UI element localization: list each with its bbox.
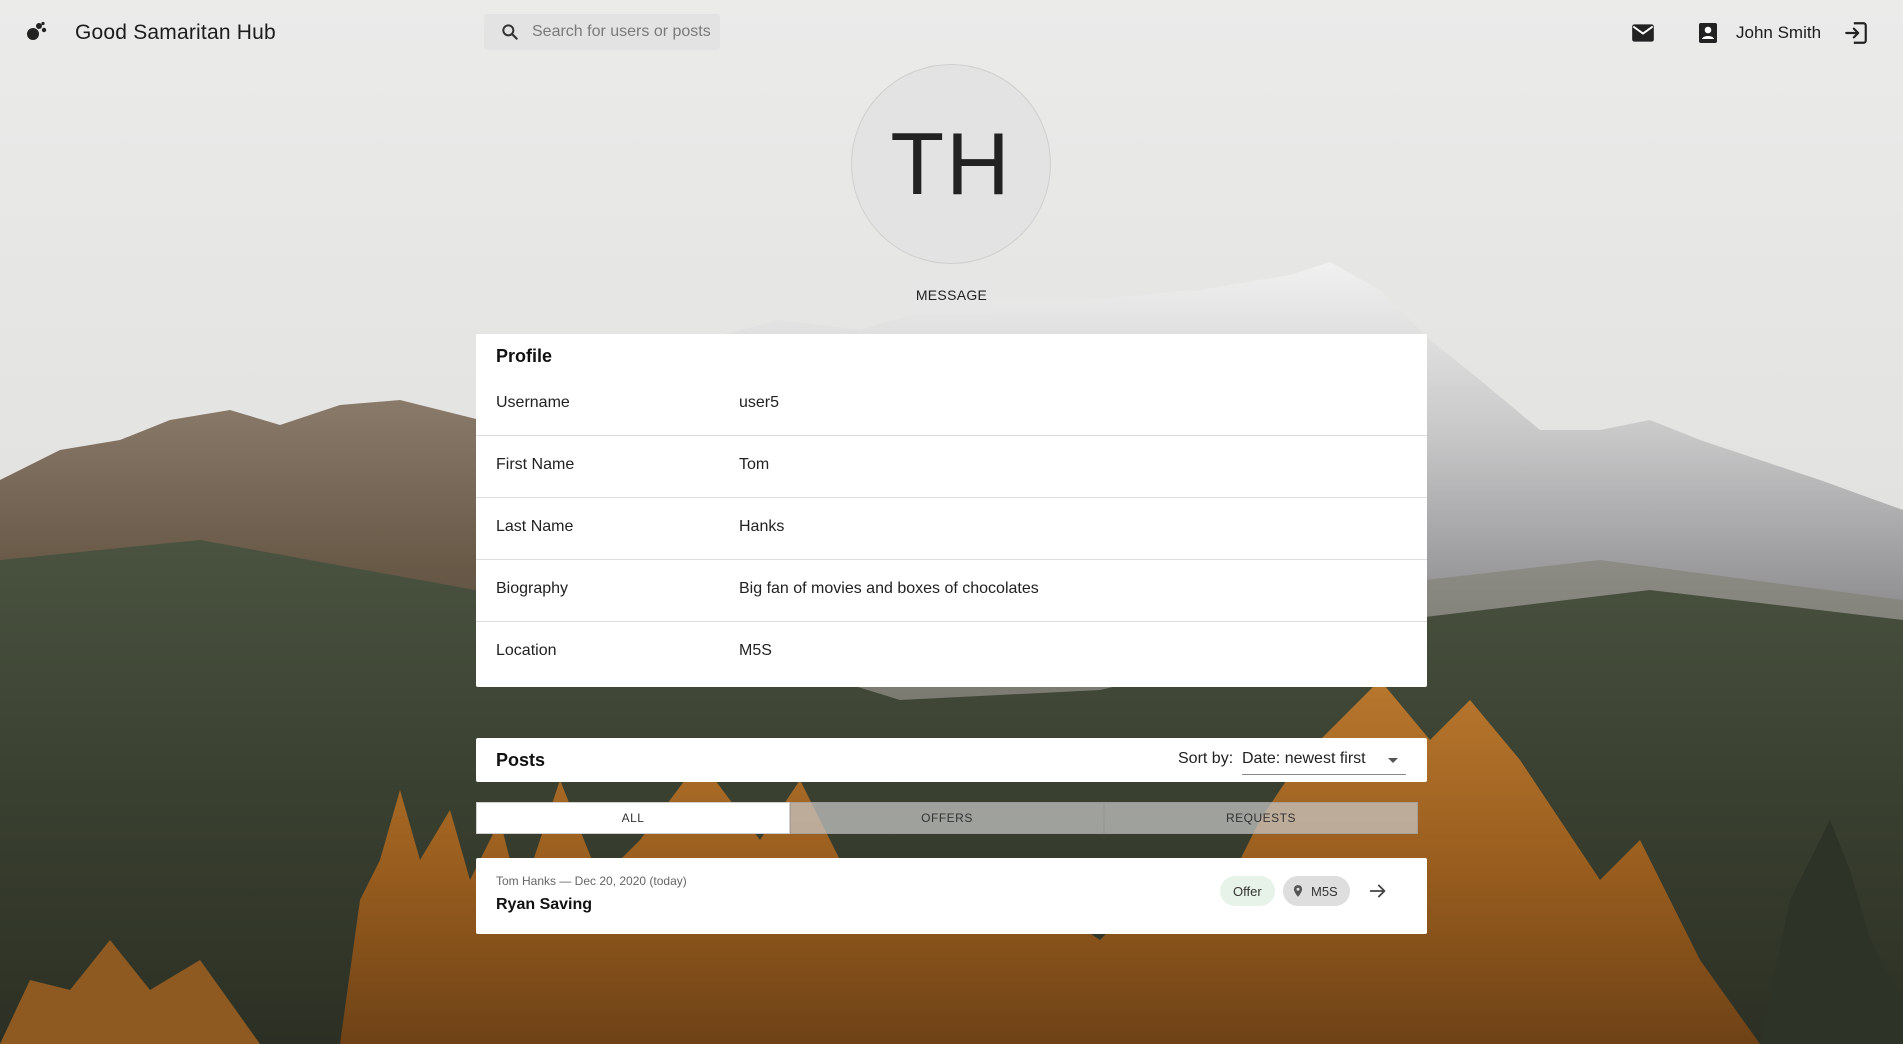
location-chip-label: M5S bbox=[1311, 883, 1338, 899]
profile-value: Hanks bbox=[739, 518, 785, 535]
app-title[interactable]: Good Samaritan Hub bbox=[75, 21, 276, 45]
post-meta: Tom Hanks — Dec 20, 2020 (today) bbox=[496, 874, 687, 888]
profile-avatar: TH bbox=[851, 64, 1051, 264]
profile-label: Username bbox=[496, 394, 570, 411]
dropdown-arrow-icon bbox=[1388, 758, 1398, 763]
account-button[interactable]: John Smith bbox=[1696, 20, 1821, 46]
logout-icon[interactable] bbox=[1843, 20, 1869, 46]
message-button[interactable]: MESSAGE bbox=[911, 276, 992, 314]
profile-value: Big fan of movies and boxes of chocolate… bbox=[739, 580, 1039, 597]
arrow-forward-icon[interactable] bbox=[1367, 880, 1389, 902]
location-pin-icon bbox=[1293, 885, 1303, 897]
posts-title: Posts bbox=[496, 750, 546, 770]
user-name: John Smith bbox=[1736, 23, 1822, 42]
post-filter-tabs: ALL OFFERS REQUESTS bbox=[476, 802, 1418, 834]
profile-label: Biography bbox=[496, 580, 569, 597]
profile-row-first-name: First Name Tom bbox=[476, 436, 1427, 498]
post-title: Ryan Saving bbox=[496, 896, 593, 913]
profile-row-last-name: Last Name Hanks bbox=[476, 498, 1427, 560]
profile-title: Profile bbox=[496, 346, 553, 366]
profile-label: Location bbox=[496, 642, 557, 659]
search-input[interactable] bbox=[532, 14, 712, 50]
sort-select[interactable]: Date: newest first bbox=[1242, 746, 1406, 775]
search-bar[interactable] bbox=[484, 14, 720, 50]
profile-row-biography: Biography Big fan of movies and boxes of… bbox=[476, 560, 1427, 622]
profile-value: Tom bbox=[739, 456, 770, 473]
search-icon bbox=[502, 24, 518, 40]
posts-header-card: Posts Sort by: Date: newest first bbox=[476, 738, 1427, 782]
tab-offers[interactable]: OFFERS bbox=[790, 802, 1104, 834]
profile-value: M5S bbox=[739, 642, 772, 659]
sort-label: Sort by: bbox=[1178, 750, 1234, 767]
profile-card: Profile Username user5 First Name Tom La… bbox=[476, 334, 1427, 687]
post-list-item[interactable]: Tom Hanks — Dec 20, 2020 (today) Ryan Sa… bbox=[476, 858, 1427, 934]
mail-icon[interactable] bbox=[1630, 20, 1656, 46]
profile-value: user5 bbox=[739, 394, 780, 411]
post-type-chip: Offer bbox=[1220, 876, 1275, 906]
tab-all[interactable]: ALL bbox=[476, 802, 790, 834]
top-app-bar: Good Samaritan Hub John Smith bbox=[0, 0, 1903, 66]
account-box-icon bbox=[1699, 23, 1717, 43]
profile-label: Last Name bbox=[496, 518, 574, 535]
logo-icon[interactable] bbox=[24, 20, 48, 44]
location-chip: M5S bbox=[1283, 876, 1350, 906]
tab-requests[interactable]: REQUESTS bbox=[1104, 802, 1418, 834]
profile-row-location: Location M5S bbox=[476, 622, 1427, 684]
sort-selected-value: Date: newest first bbox=[1242, 750, 1366, 767]
post-type-label: Offer bbox=[1233, 883, 1262, 899]
profile-row-username: Username user5 bbox=[476, 374, 1427, 436]
profile-label: First Name bbox=[496, 456, 575, 473]
